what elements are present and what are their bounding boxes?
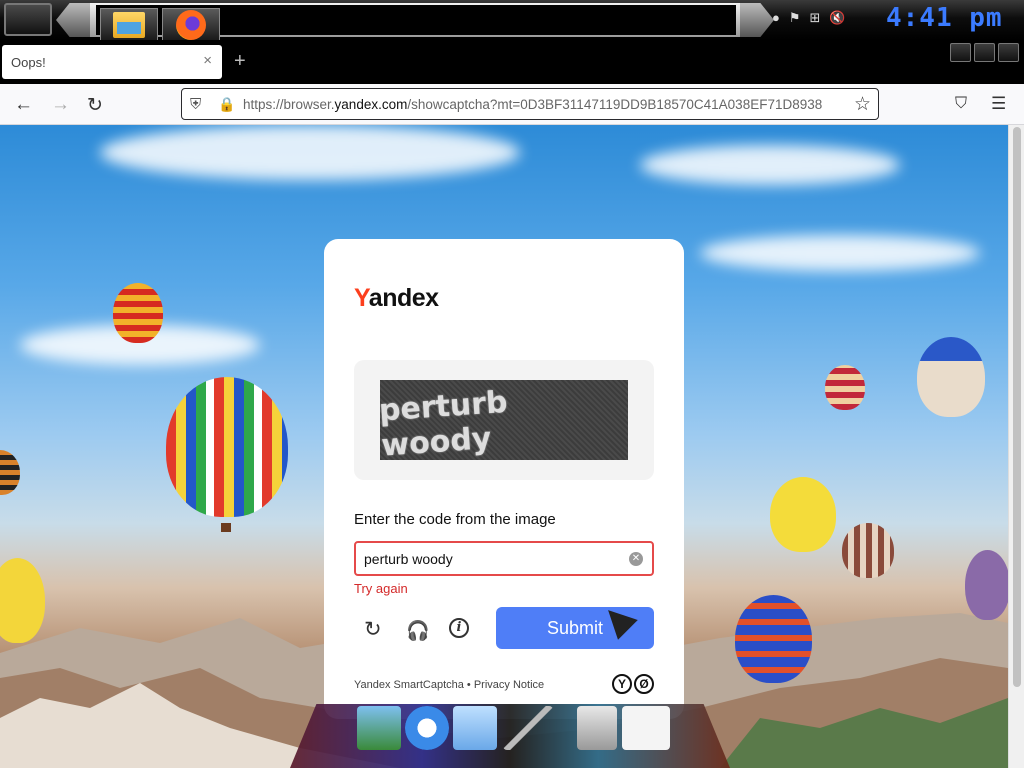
network-icon[interactable]: ⊞ xyxy=(810,10,821,26)
dock-item-trash-icon[interactable] xyxy=(577,706,617,750)
tab-bar: Oops! × + xyxy=(0,40,1024,84)
taskbar-right-cap xyxy=(740,3,774,37)
apple-menu-button[interactable] xyxy=(4,3,52,36)
system-tray: ● ⚑ ⊞ 🔇 xyxy=(772,10,846,26)
taskbar xyxy=(96,5,736,41)
taskbar-left-cap xyxy=(56,3,90,37)
forward-button[interactable]: → xyxy=(51,94,70,116)
window-minimize-button[interactable] xyxy=(950,43,971,62)
dock-item-mail-icon[interactable] xyxy=(453,706,497,750)
audio-captcha-icon[interactable]: 🎧 xyxy=(406,619,430,643)
error-message: Try again xyxy=(354,581,408,596)
url-text[interactable]: https://browser.yandex.com/showcaptcha?m… xyxy=(243,97,847,112)
hot-air-balloon xyxy=(917,337,985,417)
footer-separator: • xyxy=(463,679,474,691)
tracking-protection-icon[interactable]: ⛨ xyxy=(190,96,201,113)
tab-oops[interactable]: Oops! × xyxy=(2,45,222,79)
lock-icon[interactable]: 🔒 xyxy=(218,96,235,113)
hot-air-balloon xyxy=(113,283,163,343)
page-scrollbar[interactable] xyxy=(1008,125,1024,768)
pocket-icon[interactable]: ⛉ xyxy=(955,95,967,113)
globe-icon[interactable]: ● xyxy=(772,10,780,26)
bookmark-star-icon[interactable]: ☆ xyxy=(854,93,871,116)
reload-button[interactable]: ↻ xyxy=(87,94,103,117)
hot-air-balloon xyxy=(166,377,288,517)
privacy-notice-link[interactable]: Privacy Notice xyxy=(474,679,544,691)
captcha-card: Yandex perturb woody Enter the code from… xyxy=(324,239,684,719)
footer-brand: Yandex SmartCaptcha xyxy=(354,679,464,691)
url-path: /showcaptcha?mt=0D3BF31147119DD9B18570C4… xyxy=(407,97,823,112)
url-bar[interactable]: ⛨ 🔒 https://browser.yandex.com/showcaptc… xyxy=(181,88,879,120)
scrollbar-thumb[interactable] xyxy=(1013,127,1021,687)
window-maximize-button[interactable] xyxy=(974,43,995,62)
file-explorer-icon xyxy=(113,11,145,38)
new-tab-button[interactable]: + xyxy=(234,50,246,73)
hot-air-balloon xyxy=(825,365,865,410)
volume-muted-icon[interactable]: 🔇 xyxy=(829,10,845,26)
firefox-icon xyxy=(176,9,206,40)
taskbar-app-file-explorer[interactable] xyxy=(100,8,158,41)
captcha-footer: Yandex SmartCaptcha • Privacy Notice xyxy=(354,679,544,691)
yandex-logo: Yandex xyxy=(354,284,439,312)
navigation-toolbar: ← → ↻ ⛨ 🔒 https://browser.yandex.com/sho… xyxy=(0,84,1024,125)
url-host: yandex.com xyxy=(334,97,408,112)
dock-item-finder-icon[interactable] xyxy=(622,706,670,750)
window-close-button[interactable] xyxy=(998,43,1019,62)
tab-close-icon[interactable]: × xyxy=(203,52,212,69)
captcha-input-field[interactable]: ✕ xyxy=(354,541,654,576)
hot-air-balloon xyxy=(965,550,1008,620)
clear-input-icon[interactable]: ✕ xyxy=(629,552,643,566)
yandex-smart-badge-icon: Ø xyxy=(634,674,654,694)
flag-icon[interactable]: ⚑ xyxy=(789,10,801,26)
info-icon[interactable]: i xyxy=(449,618,469,638)
yandex-y-badge-icon: Y xyxy=(612,674,632,694)
url-prefix: https://browser. xyxy=(243,97,335,112)
tab-title: Oops! xyxy=(11,55,46,70)
cloud xyxy=(100,125,520,180)
dock-item-safari-icon[interactable] xyxy=(405,706,449,750)
captcha-image-text: perturb woody xyxy=(380,384,509,460)
taskbar-app-firefox[interactable] xyxy=(162,8,220,41)
hot-air-balloon xyxy=(842,523,894,578)
captcha-prompt: Enter the code from the image xyxy=(354,511,556,528)
hot-air-balloon xyxy=(770,477,836,552)
refresh-captcha-icon[interactable]: ↻ xyxy=(364,617,382,642)
hot-air-balloon xyxy=(0,450,20,495)
balloon-basket xyxy=(221,523,231,532)
clock[interactable]: 4:41 pm xyxy=(886,3,1003,33)
menu-icon[interactable]: ☰ xyxy=(991,94,1006,114)
system-menu-bar: ● ⚑ ⊞ 🔇 4:41 pm xyxy=(0,0,1024,41)
cloud xyxy=(700,235,980,271)
yandex-badges: Y Ø xyxy=(612,674,654,694)
captcha-input[interactable] xyxy=(364,549,624,569)
back-button[interactable]: ← xyxy=(14,94,33,116)
captcha-image: perturb woody xyxy=(380,380,628,460)
hot-air-balloon xyxy=(735,595,812,683)
dock-item-preview-icon[interactable] xyxy=(357,706,401,750)
cloud xyxy=(640,145,900,185)
dock-item-pen-icon[interactable] xyxy=(503,706,553,750)
captcha-image-container: perturb woody xyxy=(354,360,654,480)
